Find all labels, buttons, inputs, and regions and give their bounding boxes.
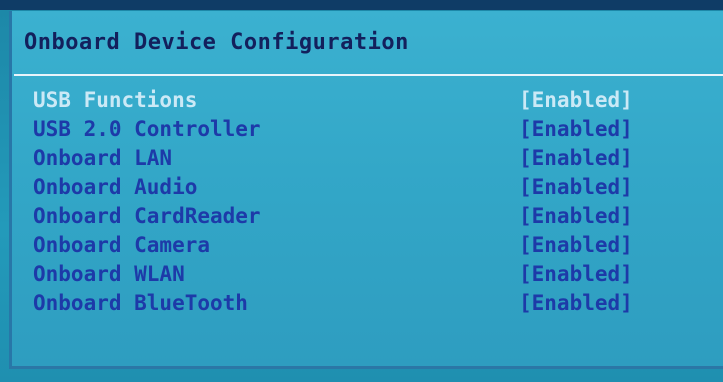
bios-screen: Onboard Device Configuration USB Functio… [0,0,723,382]
setting-value[interactable]: [Enabled] [519,291,633,315]
setting-label: Onboard WLAN [33,262,185,286]
page-title: Onboard Device Configuration [24,30,409,55]
setting-label: Onboard LAN [33,146,173,170]
setting-row-onboard-bluetooth[interactable]: Onboard BlueTooth [Enabled] [33,291,673,319]
setting-value[interactable]: [Enabled] [519,175,633,199]
setting-row-usb-functions[interactable]: USB Functions [Enabled] [33,88,673,116]
setting-label: Onboard Audio [33,175,198,199]
setting-value[interactable]: [Enabled] [519,262,633,286]
setting-label: Onboard CardReader [33,204,261,228]
setting-row-onboard-wlan[interactable]: Onboard WLAN [Enabled] [33,262,673,290]
setting-value[interactable]: [Enabled] [519,233,633,257]
setting-value[interactable]: [Enabled] [519,146,633,170]
setting-row-usb-2-controller[interactable]: USB 2.0 Controller [Enabled] [33,117,673,145]
setting-row-onboard-audio[interactable]: Onboard Audio [Enabled] [33,175,673,203]
setting-value[interactable]: [Enabled] [519,204,633,228]
setting-row-onboard-camera[interactable]: Onboard Camera [Enabled] [33,233,673,261]
setting-value[interactable]: [Enabled] [519,117,633,141]
setting-label: USB Functions [33,88,198,112]
setting-label: Onboard BlueTooth [33,291,248,315]
setting-value[interactable]: [Enabled] [519,88,633,112]
setting-label: USB 2.0 Controller [33,117,261,141]
title-divider [14,74,723,76]
setting-row-onboard-cardreader[interactable]: Onboard CardReader [Enabled] [33,204,673,232]
setting-label: Onboard Camera [33,233,211,257]
setting-row-onboard-lan[interactable]: Onboard LAN [Enabled] [33,146,673,174]
